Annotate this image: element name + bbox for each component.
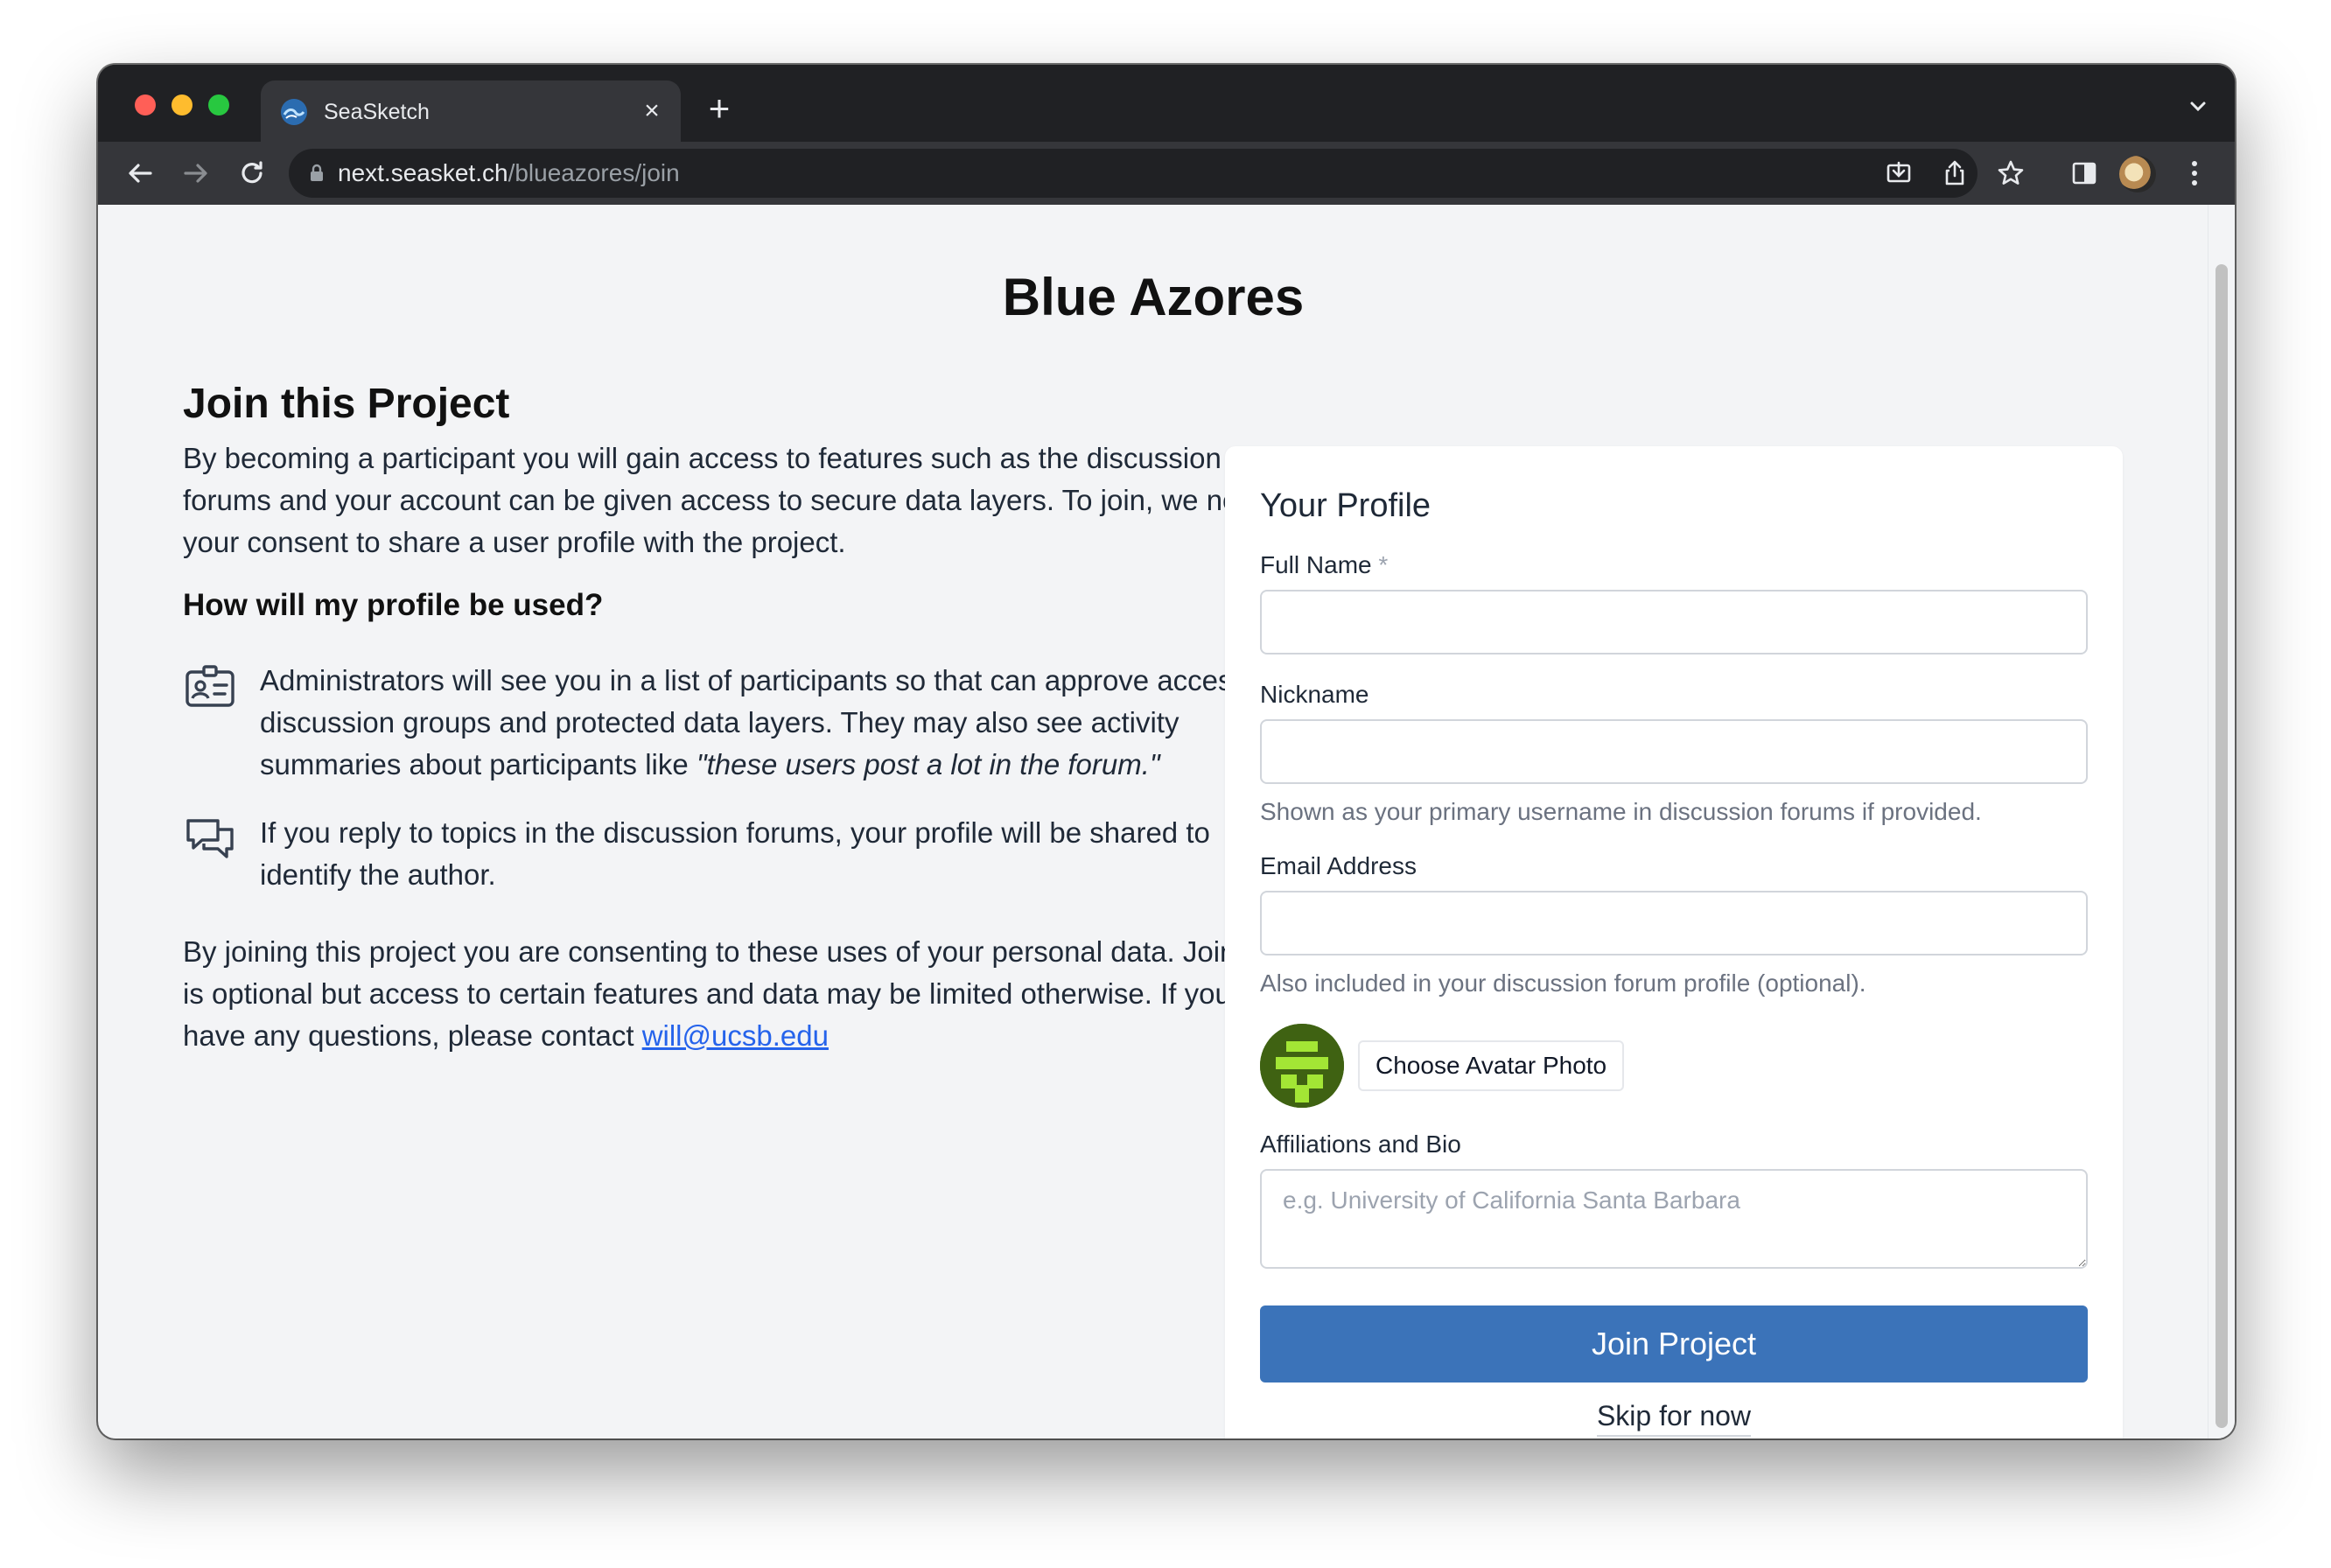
profile-usage-heading: How will my profile be used?	[183, 588, 604, 622]
page-title: Blue Azores	[1002, 268, 1305, 327]
join-intro: By becoming a participant you will gain …	[183, 442, 1271, 558]
browser-window: SeaSketch × + next.seasket.ch/blueazores…	[98, 65, 2235, 1438]
browser-toolbar: next.seasket.ch/blueazores/join	[98, 142, 2235, 205]
url-path: /blueazores/join	[508, 159, 680, 186]
lock-icon	[311, 164, 323, 181]
browser-titlebar: SeaSketch × +	[98, 65, 2235, 142]
bio-label: Affiliations and Bio	[1260, 1130, 1461, 1158]
skip-for-now-link[interactable]: Skip for now	[1596, 1400, 1752, 1437]
chevron-down-icon[interactable]	[2186, 94, 2210, 119]
minimize-window-button[interactable]	[172, 94, 192, 116]
page-scrollbar[interactable]	[2208, 205, 2235, 1438]
bookmark-star-icon[interactable]	[1995, 158, 2026, 189]
url-text: next.seasket.ch/blueazores/join	[338, 159, 680, 187]
profile-avatar[interactable]	[2119, 156, 2156, 192]
nickname-hint: Shown as your primary username in discus…	[1260, 798, 1982, 825]
admin-usage-text: Administrators will see you in a list of…	[260, 660, 1294, 786]
avatar-image	[1260, 1024, 1344, 1108]
tab-title: SeaSketch	[324, 100, 430, 124]
email-hint: Also included in your discussion forum p…	[1260, 970, 1866, 997]
nickname-label: Nickname	[1260, 681, 1369, 708]
profile-card: Your Profile Full Name * Nickname Shown …	[1225, 446, 2123, 1438]
full-name-label-text: Full Name	[1260, 551, 1372, 578]
forward-arrow-icon[interactable]	[178, 156, 214, 191]
page-viewport: Blue Azores Join this Project By becomin…	[98, 205, 2235, 1438]
contact-email-link[interactable]: will@ucsb.edu	[642, 1019, 829, 1052]
share-icon[interactable]	[1939, 158, 1970, 189]
bio-textarea[interactable]	[1260, 1169, 2088, 1269]
forum-usage-text: If you reply to topics in the discussion…	[260, 816, 1210, 891]
nickname-input[interactable]	[1260, 719, 2088, 784]
side-panel-icon[interactable]	[2068, 158, 2100, 189]
required-marker: *	[1378, 551, 1389, 578]
admin-usage-quote: "these users post a lot in the forum."	[696, 748, 1160, 780]
more-options-icon[interactable]	[2186, 156, 2203, 191]
identicon-avatar-icon	[1260, 1024, 1344, 1108]
join-heading: Join this Project	[183, 381, 510, 427]
url-host: next.seasket.ch	[338, 159, 508, 186]
tab-close-icon[interactable]: ×	[637, 96, 667, 126]
full-name-label: Full Name *	[1260, 550, 1388, 581]
browser-tab-seasketch[interactable]: SeaSketch ×	[261, 80, 681, 142]
consent-text: By joining this project you are consenti…	[183, 931, 1294, 1057]
zoom-window-button[interactable]	[208, 94, 229, 116]
scrollbar-thumb[interactable]	[2216, 264, 2228, 1428]
address-bar[interactable]: next.seasket.ch/blueazores/join	[289, 149, 1978, 198]
install-app-icon[interactable]	[1883, 158, 1914, 189]
close-window-button[interactable]	[135, 94, 156, 116]
seasketch-logo-icon	[281, 99, 307, 125]
profile-card-title: Your Profile	[1260, 487, 1432, 524]
id-card-icon	[186, 665, 234, 707]
chat-bubbles-icon	[186, 819, 234, 858]
skip-link-container: Skip for now	[1225, 1400, 2123, 1437]
full-name-input[interactable]	[1260, 590, 2088, 654]
email-input[interactable]	[1260, 891, 2088, 956]
new-tab-button[interactable]: +	[702, 90, 737, 127]
forum-usage-item: If you reply to topics in the discussion…	[183, 812, 1294, 896]
admin-usage-item: Administrators will see you in a list of…	[183, 660, 1294, 786]
back-arrow-icon[interactable]	[122, 156, 158, 191]
choose-avatar-button[interactable]: Choose Avatar Photo	[1358, 1040, 1625, 1091]
email-label: Email Address	[1260, 852, 1417, 879]
join-info-section: Join this Project By becoming a particip…	[183, 378, 1294, 1057]
join-project-button[interactable]: Join Project	[1260, 1306, 2088, 1382]
reload-icon[interactable]	[234, 156, 270, 191]
